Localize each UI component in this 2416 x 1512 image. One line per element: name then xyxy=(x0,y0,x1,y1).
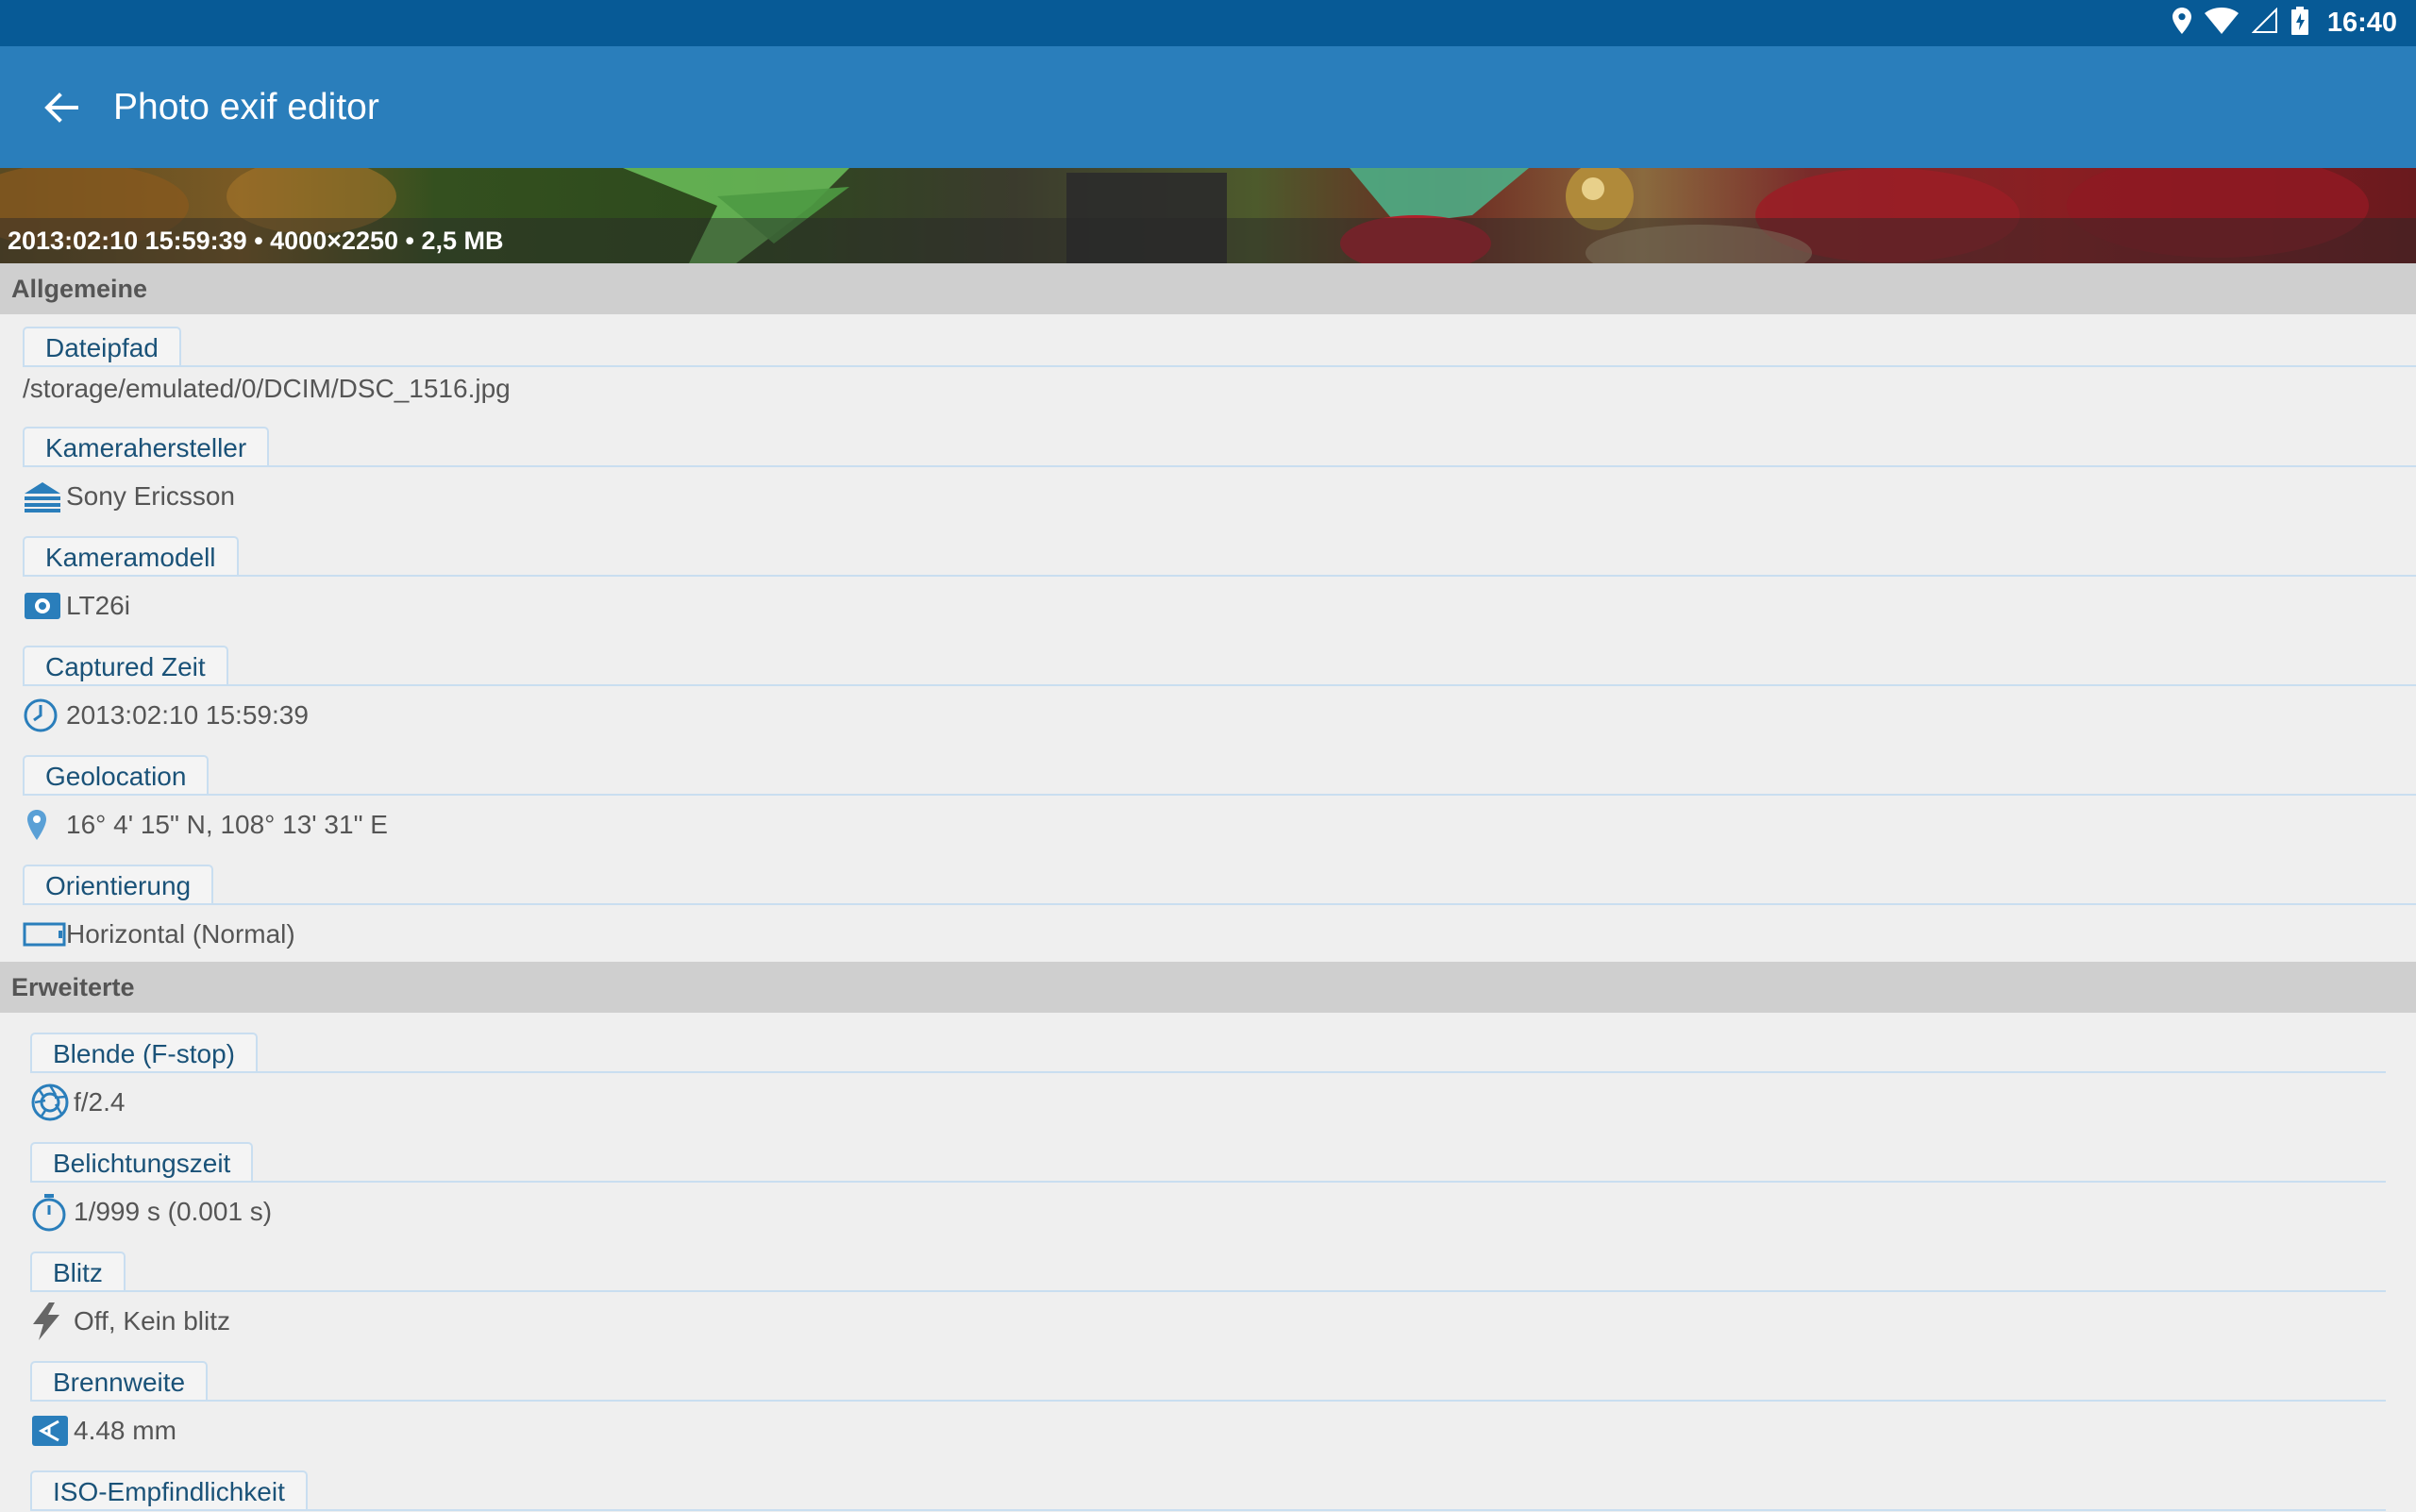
field-value-text: LT26i xyxy=(66,591,130,620)
field-divider xyxy=(23,575,2416,577)
field-value-text: 1/999 s (0.001 s) xyxy=(74,1197,273,1226)
field-label: Orientierung xyxy=(23,865,214,904)
field-divider xyxy=(30,1181,2386,1183)
section-title: Erweiterte xyxy=(11,973,135,1001)
field-value: Horizontal (Normal) xyxy=(23,914,295,955)
field-value: /storage/emulated/0/DCIM/DSC_1516.jpg xyxy=(23,368,511,410)
field-value: 4.48 mm xyxy=(30,1410,176,1452)
field-value-text: 4.48 mm xyxy=(74,1416,176,1445)
field-divider xyxy=(23,465,2416,467)
field-value: LT26i xyxy=(23,585,130,627)
field-value: 2013:02:10 15:59:39 xyxy=(23,695,309,736)
field-label: Blitz xyxy=(30,1252,126,1291)
photo-banner[interactable]: 2013:02:10 15:59:39 • 4000×2250 • 2,5 MB xyxy=(0,168,2416,263)
wifi-icon xyxy=(2204,8,2239,39)
field-label: Dateipfad xyxy=(23,327,181,366)
field-divider xyxy=(23,794,2416,796)
focal-length-icon xyxy=(30,1412,74,1450)
field-value-text: Off, Kein blitz xyxy=(74,1306,231,1336)
field-value-text: 16° 4' 15" N, 108° 13' 31" E xyxy=(66,810,388,839)
aperture-icon xyxy=(30,1084,74,1121)
field-divider xyxy=(23,684,2416,686)
field-value: 1/999 s (0.001 s) xyxy=(30,1191,272,1233)
location-icon xyxy=(2172,8,2191,39)
status-icons: 16:40 xyxy=(2172,0,2397,46)
field-value: Off, Kein blitz xyxy=(30,1301,230,1342)
field-value-text: Horizontal (Normal) xyxy=(66,919,295,949)
field-value-text: f/2.4 xyxy=(74,1087,126,1117)
field-label: Geolocation xyxy=(23,755,210,795)
battery-charging-icon xyxy=(2290,7,2308,40)
section-header-advanced: Erweiterte xyxy=(0,962,2416,1013)
field-value: 16° 4' 15" N, 108° 13' 31" E xyxy=(23,804,388,846)
field-divider xyxy=(23,365,2416,367)
clock-time: 16:40 xyxy=(2326,8,2397,38)
field-divider xyxy=(30,1071,2386,1073)
photo-caption: 2013:02:10 15:59:39 • 4000×2250 • 2,5 MB xyxy=(8,227,504,255)
section-title: Allgemeine xyxy=(11,275,148,303)
field-label: Brennweite xyxy=(30,1361,209,1401)
field-label: Kameramodell xyxy=(23,536,239,576)
app-bar: Photo exif editor xyxy=(0,46,2416,168)
field-label: Belichtungszeit xyxy=(30,1142,254,1182)
field-label: Captured Zeit xyxy=(23,646,228,685)
field-divider xyxy=(30,1290,2386,1292)
location-pin-icon xyxy=(23,806,66,844)
field-label: Blende (F-stop) xyxy=(30,1033,258,1072)
field-value-text: Sony Ericsson xyxy=(66,481,235,511)
field-label: Kamerahersteller xyxy=(23,427,270,466)
camera-icon xyxy=(23,587,66,625)
orientation-icon xyxy=(23,916,66,953)
field-divider xyxy=(30,1509,2386,1511)
manufacturer-icon xyxy=(23,478,66,515)
field-divider xyxy=(23,903,2416,905)
section-header-general: Allgemeine xyxy=(0,263,2416,314)
field-value-text: /storage/emulated/0/DCIM/DSC_1516.jpg xyxy=(23,374,511,403)
field-value: f/2.4 xyxy=(30,1082,125,1123)
signal-icon xyxy=(2251,7,2278,39)
status-bar: 16:40 xyxy=(0,0,2416,46)
field-value: Sony Ericsson xyxy=(23,476,235,517)
field-divider xyxy=(30,1400,2386,1402)
timer-icon xyxy=(30,1193,74,1232)
clock-icon xyxy=(23,697,66,734)
flash-icon xyxy=(30,1302,74,1340)
field-value-text: 2013:02:10 15:59:39 xyxy=(66,700,309,730)
page-title: Photo exif editor xyxy=(113,87,379,127)
arrow-back-icon[interactable] xyxy=(38,84,85,131)
field-label: ISO-Empfindlichkeit xyxy=(30,1470,308,1510)
